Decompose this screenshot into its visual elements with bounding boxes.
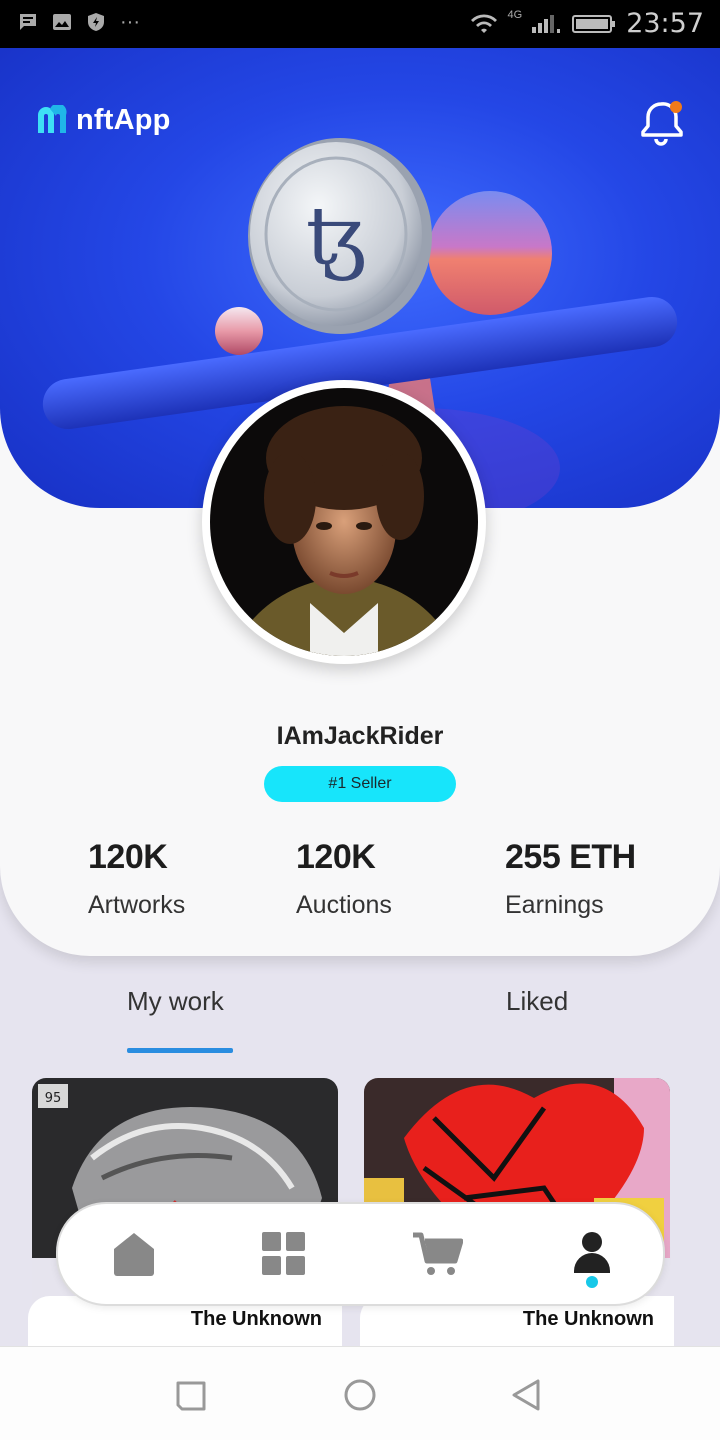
nav-explore[interactable]	[256, 1226, 312, 1282]
signal-icon	[532, 14, 561, 33]
status-bar: ··· 4G 23:57	[0, 0, 720, 48]
nftapp-logo-icon	[38, 104, 67, 133]
avatar-photo	[210, 388, 478, 656]
notification-dot	[670, 101, 682, 113]
notifications-button[interactable]	[640, 98, 686, 148]
system-nav-bar	[0, 1346, 720, 1440]
stat-artworks: 120K Artworks	[88, 838, 185, 920]
back-icon[interactable]	[506, 1375, 546, 1415]
artwork-title: The Unknown	[190, 1308, 322, 1330]
image-icon	[53, 14, 71, 30]
bottom-nav	[56, 1202, 665, 1306]
svg-text:ꜩ: ꜩ	[306, 189, 366, 282]
profile-card: ꜩ nftApp IAmJackRider #1 Seller 120K Art…	[0, 48, 720, 956]
artwork-title: The Unknown	[522, 1308, 654, 1330]
clock: 23:57	[626, 8, 704, 39]
stat-label: Artworks	[88, 891, 186, 919]
svg-text:95: 95	[45, 1091, 62, 1106]
cart-icon	[413, 1232, 463, 1275]
network-type: 4G	[507, 8, 523, 21]
app-logo[interactable]: nftApp	[36, 104, 171, 137]
active-tab-indicator	[127, 1048, 233, 1053]
profile-icon	[574, 1232, 610, 1273]
more-notifications-icon: ···	[120, 11, 140, 33]
shield-icon	[88, 13, 104, 31]
nav-cart[interactable]	[410, 1226, 466, 1282]
stat-value: 120K	[296, 838, 376, 876]
username: IAmJackRider	[276, 722, 444, 750]
app-name: nftApp	[76, 104, 171, 136]
nav-home[interactable]	[106, 1226, 162, 1282]
home-icon	[114, 1233, 154, 1276]
battery-icon	[572, 14, 616, 33]
nav-profile[interactable]	[564, 1226, 620, 1282]
avatar[interactable]	[202, 380, 486, 664]
stat-label: Auctions	[296, 891, 392, 919]
recents-icon[interactable]	[172, 1375, 212, 1415]
stat-value: 255 ETH	[505, 838, 636, 876]
stat-auctions: 120K Auctions	[296, 838, 392, 920]
tab-my-work[interactable]: My work	[127, 986, 224, 1017]
wifi-icon	[470, 13, 497, 33]
tab-liked[interactable]: Liked	[506, 986, 568, 1017]
home-circle-icon[interactable]	[340, 1375, 380, 1415]
message-icon	[20, 14, 36, 30]
grid-icon	[262, 1232, 305, 1275]
active-nav-dot	[586, 1276, 598, 1288]
seller-rank-badge: #1 Seller	[264, 766, 456, 802]
stat-earnings: 255 ETH Earnings	[505, 838, 636, 920]
stat-label: Earnings	[505, 891, 604, 919]
bell-icon	[641, 101, 683, 146]
stat-value: 120K	[88, 838, 168, 876]
